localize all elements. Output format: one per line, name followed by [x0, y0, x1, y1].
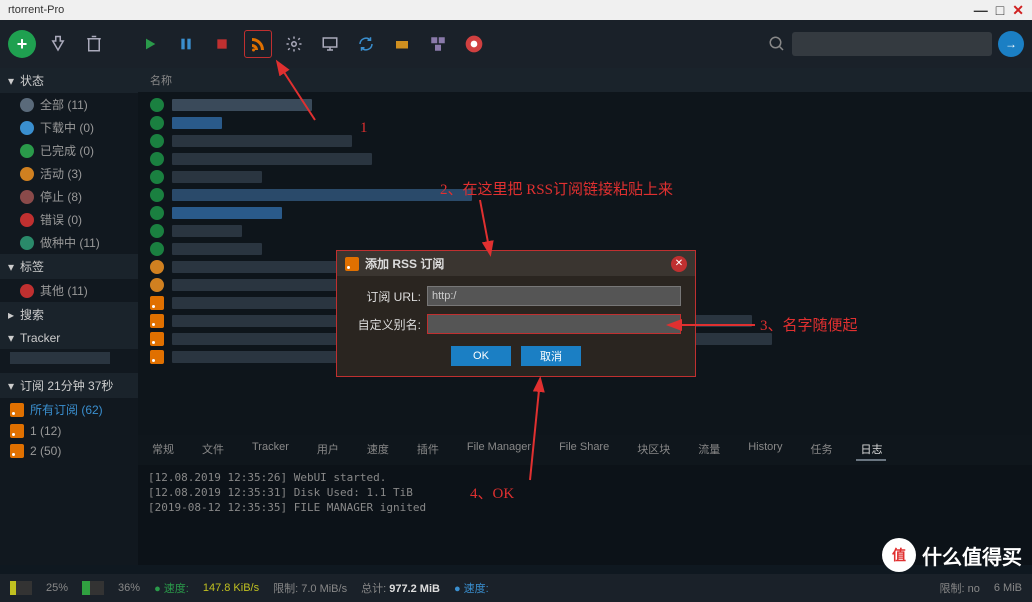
- rss-icon: [10, 403, 24, 417]
- tab-tasks[interactable]: 任务: [806, 439, 836, 461]
- url-label: 订阅 URL:: [351, 288, 421, 305]
- plugins-button[interactable]: [388, 30, 416, 58]
- tab-peers[interactable]: 用户: [313, 439, 343, 461]
- watermark-text: 什么值得买: [922, 541, 1022, 570]
- rss-icon: [10, 424, 24, 438]
- rss-icon: [150, 332, 164, 346]
- log-line: [2019-08-12 12:35:35] FILE MANAGER ignit…: [148, 501, 1022, 514]
- refresh-button[interactable]: [352, 30, 380, 58]
- log-line: [12.08.2019 12:35:26] WebUI started.: [148, 471, 1022, 484]
- sidebar-feed-1[interactable]: 1 (12): [0, 421, 138, 441]
- sidebar-downloading[interactable]: 下载中 (0): [0, 116, 138, 139]
- sidebar-search-header[interactable]: ▸ 搜索: [0, 302, 138, 327]
- table-row[interactable]: [138, 204, 1032, 222]
- tab-history[interactable]: History: [744, 439, 786, 461]
- help-button[interactable]: [460, 30, 488, 58]
- sidebar-feed-2[interactable]: 2 (50): [0, 441, 138, 461]
- tab-files[interactable]: 文件: [198, 439, 228, 461]
- start-button[interactable]: [136, 30, 164, 58]
- sidebar-stopped[interactable]: 停止 (8): [0, 185, 138, 208]
- tab-log[interactable]: 日志: [856, 439, 886, 461]
- alias-label: 自定义别名:: [351, 316, 421, 333]
- sidebar: ▾ 状态 全部 (11) 下载中 (0) 已完成 (0) 活动 (3) 停止 (…: [0, 68, 138, 565]
- tab-traffic[interactable]: 流量: [694, 439, 724, 461]
- close-button[interactable]: ✕: [1012, 2, 1024, 19]
- tab-tracker[interactable]: Tracker: [248, 439, 293, 461]
- sidebar-feeds-header[interactable]: ▾ 订阅 21分钟 37秒: [0, 373, 138, 398]
- tab-general[interactable]: 常规: [148, 439, 178, 461]
- table-header[interactable]: 名称: [138, 68, 1032, 92]
- rss-icon: [150, 350, 164, 364]
- stop-button[interactable]: [208, 30, 236, 58]
- ok-button[interactable]: OK: [451, 346, 511, 366]
- rss-icon: [345, 257, 359, 271]
- watermark: 值 什么值得买: [882, 538, 1022, 572]
- tab-plugins[interactable]: 插件: [413, 439, 443, 461]
- sidebar-error[interactable]: 错误 (0): [0, 208, 138, 231]
- download-speed: 147.8 KiB/s: [203, 582, 259, 594]
- add-torrent-button[interactable]: +: [8, 30, 36, 58]
- disk-usage-text-2: 36%: [118, 582, 140, 594]
- disk-usage-bar-2: [82, 581, 104, 595]
- table-row[interactable]: [138, 114, 1032, 132]
- toolbar: + →: [0, 20, 1032, 68]
- window-title: rtorrent-Pro: [8, 4, 64, 16]
- sidebar-seeding[interactable]: 做种中 (11): [0, 231, 138, 254]
- cancel-button[interactable]: 取消: [521, 346, 581, 366]
- pause-button[interactable]: [172, 30, 200, 58]
- rss-icon: [150, 314, 164, 328]
- sidebar-tracker-header[interactable]: ▾ Tracker: [0, 327, 138, 349]
- tab-speed[interactable]: 速度: [363, 439, 393, 461]
- search-icon: [768, 35, 786, 53]
- sidebar-feed-all[interactable]: 所有订阅 (62): [0, 398, 138, 421]
- table-row[interactable]: [138, 150, 1032, 168]
- table-row[interactable]: [138, 222, 1032, 240]
- rss-button[interactable]: [244, 30, 272, 58]
- minimize-button[interactable]: —: [974, 2, 988, 19]
- dialog-titlebar[interactable]: 添加 RSS 订阅 ✕: [337, 251, 695, 276]
- search-go-button[interactable]: →: [998, 31, 1024, 57]
- tab-chunks[interactable]: 块区块: [633, 439, 674, 461]
- dialog-close-button[interactable]: ✕: [671, 256, 687, 272]
- table-row[interactable]: [138, 168, 1032, 186]
- statusbar: 25% 36% ● 速度: 147.8 KiB/s 限制: 7.0 MiB/s …: [0, 574, 1032, 602]
- table-row[interactable]: [138, 96, 1032, 114]
- disk-usage-bar: [10, 581, 32, 595]
- autotools-button[interactable]: [424, 30, 452, 58]
- add-rss-dialog: 添加 RSS 订阅 ✕ 订阅 URL: 自定义别名: OK 取消: [336, 250, 696, 377]
- table-row[interactable]: [138, 132, 1032, 150]
- watermark-badge: 值: [882, 538, 916, 572]
- rss-alias-input[interactable]: [427, 314, 681, 334]
- create-torrent-button[interactable]: [44, 30, 72, 58]
- settings-button[interactable]: [280, 30, 308, 58]
- sidebar-tags-header[interactable]: ▾ 标签: [0, 254, 138, 279]
- sidebar-completed[interactable]: 已完成 (0): [0, 139, 138, 162]
- detail-tabs: 常规 文件 Tracker 用户 速度 插件 File Manager File…: [138, 435, 1032, 465]
- window-titlebar: rtorrent-Pro — □ ✕: [0, 0, 1032, 20]
- table-row[interactable]: [138, 186, 1032, 204]
- tab-fileshare[interactable]: File Share: [555, 439, 613, 461]
- disk-usage-text: 25%: [46, 582, 68, 594]
- tab-filemanager[interactable]: File Manager: [463, 439, 535, 461]
- maximize-button[interactable]: □: [996, 2, 1004, 19]
- sidebar-other[interactable]: 其他 (11): [0, 279, 138, 302]
- sidebar-active[interactable]: 活动 (3): [0, 162, 138, 185]
- rss-url-input[interactable]: [427, 286, 681, 306]
- sidebar-status-header[interactable]: ▾ 状态: [0, 68, 138, 93]
- search-input[interactable]: [792, 32, 992, 56]
- dialog-title: 添加 RSS 订阅: [365, 255, 444, 272]
- sidebar-tracker-item[interactable]: [0, 349, 138, 367]
- log-line: [12.08.2019 12:35:31] Disk Used: 1.1 TiB: [148, 486, 1022, 499]
- remove-button[interactable]: [80, 30, 108, 58]
- monitor-button[interactable]: [316, 30, 344, 58]
- rss-icon: [150, 296, 164, 310]
- sidebar-all[interactable]: 全部 (11): [0, 93, 138, 116]
- rss-icon: [10, 444, 24, 458]
